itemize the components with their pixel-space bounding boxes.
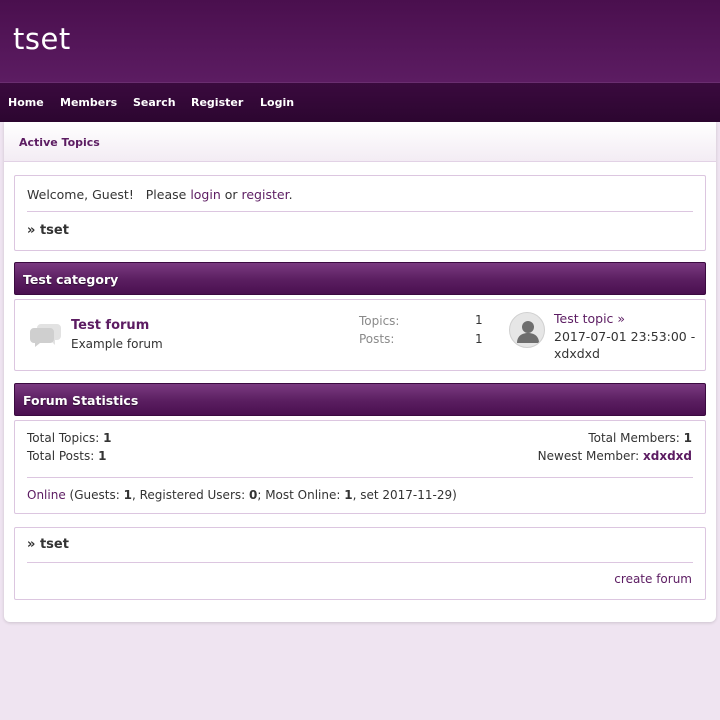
- total-topics-value: 1: [103, 431, 112, 445]
- guests-label: (Guests:: [65, 488, 124, 502]
- site-title[interactable]: tset: [13, 22, 71, 56]
- stats-title: Forum Statistics: [23, 393, 139, 408]
- newest-member-label: Newest Member:: [537, 449, 643, 463]
- total-members: Total Members: 1: [588, 431, 692, 445]
- forum-row: Test forum Example forum Topics: 1 Posts…: [14, 299, 706, 371]
- total-topics-label: Total Topics:: [27, 431, 104, 445]
- last-post-date: 2017-07-01 23:53:00 -: [554, 329, 696, 344]
- welcome-box: Welcome, Guest! Please login or register…: [14, 175, 706, 251]
- divider: [27, 211, 693, 212]
- total-posts-value: 1: [98, 449, 107, 463]
- stats-header: Forum Statistics: [14, 383, 706, 416]
- footer-breadcrumb-home[interactable]: tset: [40, 537, 69, 552]
- registered-label: , Registered Users:: [131, 488, 249, 502]
- posts-label: Posts:: [359, 332, 395, 346]
- category-header: Test category: [14, 262, 706, 295]
- category-title-text: Test category: [23, 272, 119, 287]
- newest-member: Newest Member: xdxdxd: [538, 449, 692, 463]
- last-post-topic-link[interactable]: Test topic »: [554, 311, 625, 326]
- register-link[interactable]: register: [242, 187, 289, 202]
- create-forum-link[interactable]: create forum: [614, 572, 692, 586]
- total-topics: Total Topics: 1: [27, 431, 112, 445]
- site-header: tset: [0, 0, 720, 82]
- footer-breadcrumb-arrow: »: [27, 537, 40, 552]
- nav-register[interactable]: Register: [191, 96, 243, 109]
- online-link[interactable]: Online: [27, 488, 66, 502]
- welcome-suffix: .: [288, 187, 293, 202]
- total-members-label: Total Members:: [588, 431, 684, 445]
- nav-search[interactable]: Search: [133, 96, 176, 109]
- stats-box: Total Topics: 1 Total Posts: 1 Total Mem…: [14, 420, 706, 514]
- nav-login[interactable]: Login: [260, 96, 294, 109]
- most-online-suffix: , set 2017-11-29): [352, 488, 457, 502]
- nav-members[interactable]: Members: [60, 96, 117, 109]
- content-wrapper: Active Topics Welcome, Guest! Please log…: [4, 122, 716, 622]
- forum-speech-bubbles-icon: [29, 320, 63, 348]
- forum-name-link[interactable]: Test forum: [71, 318, 149, 333]
- sub-nav: Active Topics: [4, 122, 716, 162]
- welcome-prefix: Welcome, Guest! Please: [27, 187, 191, 202]
- breadcrumb-home[interactable]: tset: [40, 223, 69, 238]
- total-posts: Total Posts: 1: [27, 449, 106, 463]
- online-stats: Online (Guests: 1, Registered Users: 0; …: [27, 488, 457, 502]
- newest-member-link[interactable]: xdxdxd: [643, 449, 692, 463]
- welcome-or: or: [220, 187, 242, 202]
- main-nav: Home Members Search Register Login: [0, 82, 720, 122]
- divider: [27, 562, 693, 563]
- active-topics-link[interactable]: Active Topics: [19, 136, 100, 149]
- most-online-count: 1: [344, 488, 353, 502]
- guests-count: 1: [123, 488, 132, 502]
- total-posts-label: Total Posts:: [27, 449, 99, 463]
- login-link[interactable]: login: [190, 187, 220, 202]
- user-avatar-icon: [509, 312, 545, 348]
- topics-count: 1: [475, 313, 483, 327]
- topics-label: Topics:: [359, 314, 400, 328]
- divider: [27, 477, 693, 478]
- last-post-user-link[interactable]: xdxdxd: [554, 346, 600, 361]
- welcome-message: Welcome, Guest! Please login or register…: [27, 187, 293, 202]
- most-online-label: ; Most Online:: [257, 488, 345, 502]
- breadcrumb: » tset: [27, 223, 69, 238]
- breadcrumb-arrow: »: [27, 223, 40, 238]
- posts-count: 1: [475, 332, 483, 346]
- total-members-value: 1: [683, 431, 692, 445]
- footer-box: » tset create forum: [14, 527, 706, 600]
- nav-home[interactable]: Home: [8, 96, 44, 109]
- forum-description: Example forum: [71, 337, 163, 351]
- footer-breadcrumb: » tset: [27, 537, 69, 552]
